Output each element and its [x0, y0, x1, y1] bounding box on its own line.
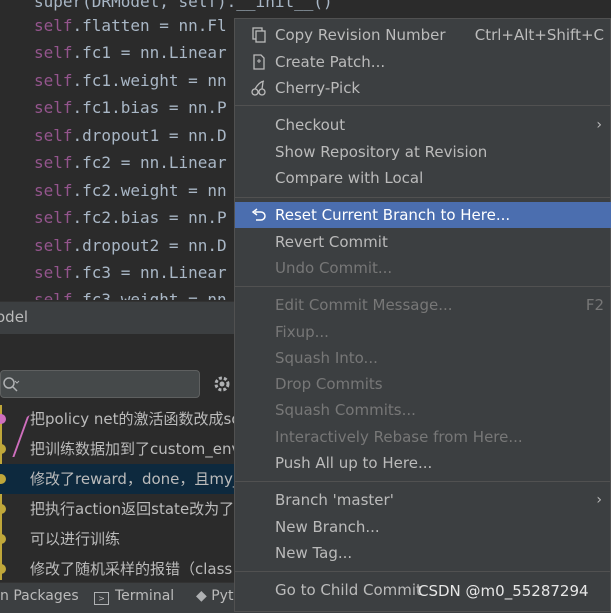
cherry-icon: [249, 75, 269, 101]
commit-row[interactable]: 把policy net的激活函数改成sof: [0, 404, 240, 434]
chevron-right-icon: ›: [596, 117, 602, 133]
code-line: self.fc1.weight = nn: [34, 71, 227, 90]
menu-separator: [235, 197, 611, 198]
commit-row[interactable]: 修改了随机采样的报错（class: [0, 554, 240, 584]
tab-terminal[interactable]: > Terminal: [94, 588, 174, 605]
commit-row-selected[interactable]: 修改了reward，done，且my_: [0, 464, 240, 494]
menu-separator: [235, 286, 611, 287]
menu-item-new-tag[interactable]: New Tag...: [235, 540, 611, 566]
commit-node: [0, 504, 6, 514]
menu-item-show-repository[interactable]: Show Repository at Revision: [235, 139, 611, 165]
commit-node: [0, 564, 6, 574]
menu-item-drop-commits: Drop Commits: [275, 375, 383, 393]
commit-row[interactable]: 可以进行训练: [0, 524, 240, 554]
code-line: self.fc3 = nn.Linear: [34, 263, 227, 282]
menu-item-undo-commit: Undo Commit...: [275, 259, 393, 277]
menu-separator: [235, 481, 611, 482]
menu-item-interactive-rebase: Interactively Rebase from Here...: [275, 428, 523, 446]
menu-item-checkout[interactable]: Checkout ›: [235, 112, 611, 138]
menu-item-branch-master[interactable]: Branch 'master' ›: [235, 487, 611, 513]
commit-row[interactable]: 把训练数据加到了custom_env: [0, 434, 240, 464]
tab-packages[interactable]: n Packages: [0, 588, 79, 604]
menu-item-reset-current-branch[interactable]: Reset Current Branch to Here...: [235, 202, 611, 228]
menu-separator: [235, 571, 611, 572]
code-line: self.flatten = nn.Fl: [34, 16, 227, 35]
patch-icon: [249, 49, 269, 75]
watermark-text: CSDN @m0_55287294: [418, 582, 589, 600]
code-line: self.fc1 = nn.Linear: [34, 43, 227, 62]
code-line: self.fc1.bias = nn.P: [34, 98, 227, 117]
menu-separator: [235, 105, 611, 106]
log-search-input[interactable]: [0, 370, 200, 398]
gear-icon[interactable]: [212, 374, 234, 396]
menu-item-squash-into: Squash Into...: [275, 349, 378, 367]
code-line: self.dropout1 = nn.D: [34, 126, 227, 145]
commit-node: [0, 414, 6, 424]
code-line: self.fc2 = nn.Linear: [34, 153, 227, 172]
menu-item-edit-commit-message: Edit Commit Message... F2: [275, 296, 604, 314]
menu-item-squash-commits: Squash Commits...: [275, 401, 416, 419]
menu-item-cherry-pick[interactable]: Cherry-Pick: [235, 75, 611, 101]
menu-item-compare-with-local[interactable]: Compare with Local: [235, 165, 611, 191]
code-line: self.fc2.bias = nn.P: [34, 208, 227, 227]
tab-python[interactable]: ◆ Pyt: [196, 588, 233, 604]
toolwindow-title: odel: [0, 308, 29, 326]
undo-icon: [249, 202, 269, 228]
menu-item-copy-revision-number[interactable]: Copy Revision Number Ctrl+Alt+Shift+C: [235, 22, 611, 48]
commit-node: [0, 474, 6, 484]
code-line: self.fc3.weight = nn: [34, 290, 227, 300]
terminal-icon: >: [94, 592, 109, 605]
menu-item-push-all-up-to-here[interactable]: Push All up to Here...: [235, 450, 611, 476]
git-toolwindow-header: odel: [0, 301, 240, 334]
chevron-right-icon: ›: [596, 492, 602, 508]
code-line: super(DRModel, self).__init__(): [34, 0, 333, 11]
commit-node: [0, 444, 6, 454]
commit-row[interactable]: 把执行action返回state改为了图: [0, 494, 240, 524]
git-log-context-menu: Copy Revision Number Ctrl+Alt+Shift+C Cre…: [234, 18, 611, 612]
menu-item-fixup: Fixup...: [275, 323, 329, 341]
python-icon: ◆: [196, 588, 207, 604]
search-icon: [2, 375, 20, 393]
commit-node: [0, 534, 6, 544]
menu-item-revert-commit[interactable]: Revert Commit: [235, 229, 611, 255]
code-line: self.dropout2 = nn.D: [34, 236, 227, 255]
copy-icon: [249, 22, 269, 48]
code-line: self.fc2.weight = nn: [34, 181, 227, 200]
menu-item-create-patch[interactable]: Create Patch...: [235, 49, 611, 75]
menu-item-new-branch[interactable]: New Branch...: [235, 514, 611, 540]
